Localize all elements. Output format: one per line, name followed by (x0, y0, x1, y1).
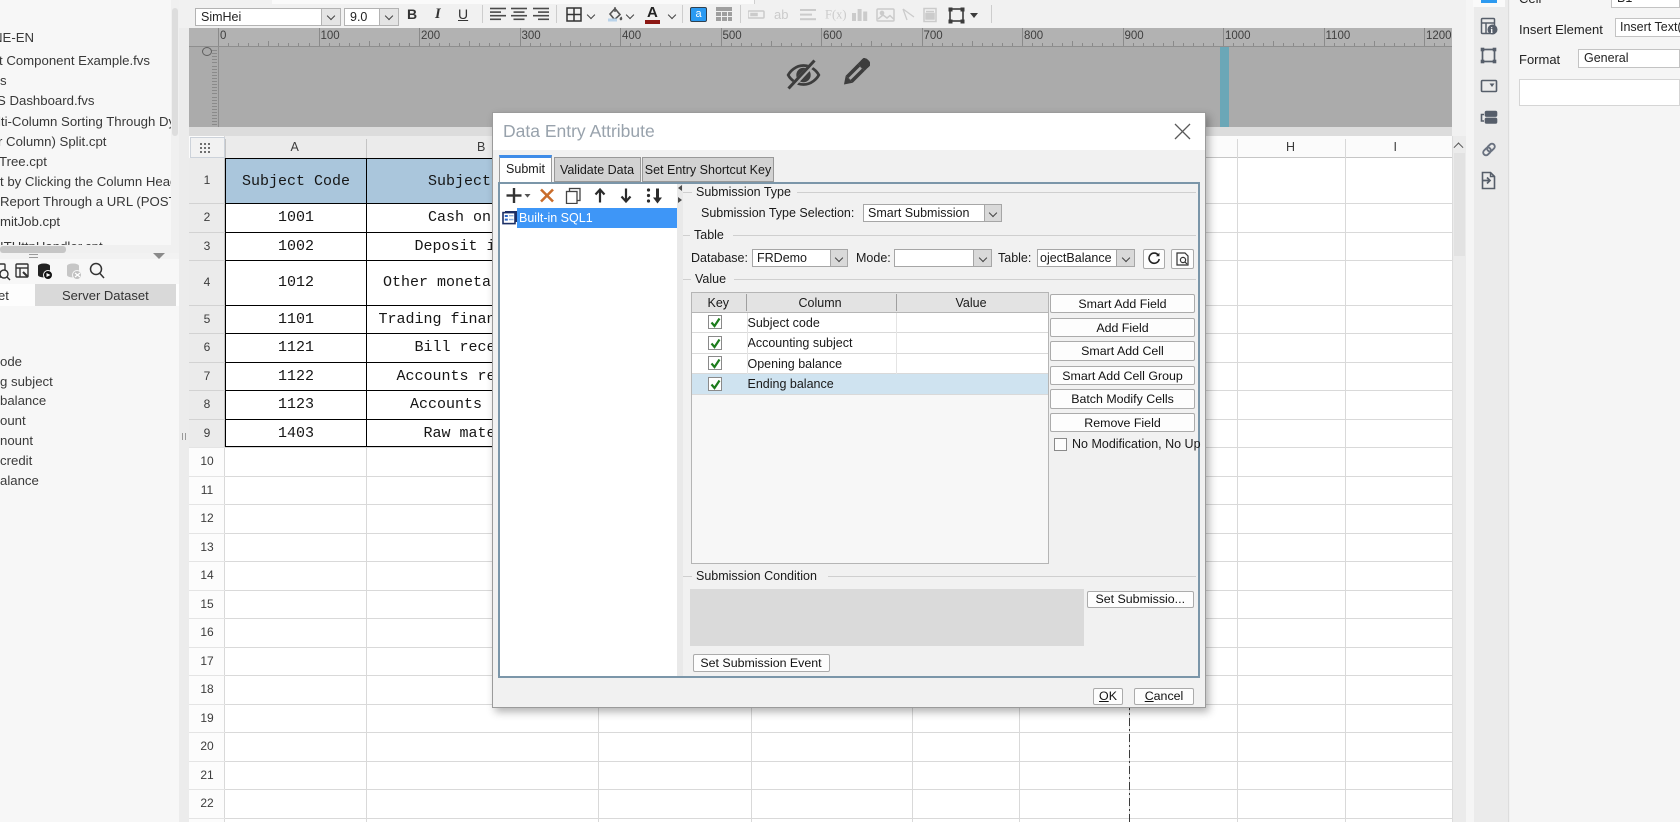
svg-text:ab: ab (774, 7, 788, 22)
svg-text:F(x): F(x) (825, 8, 847, 22)
